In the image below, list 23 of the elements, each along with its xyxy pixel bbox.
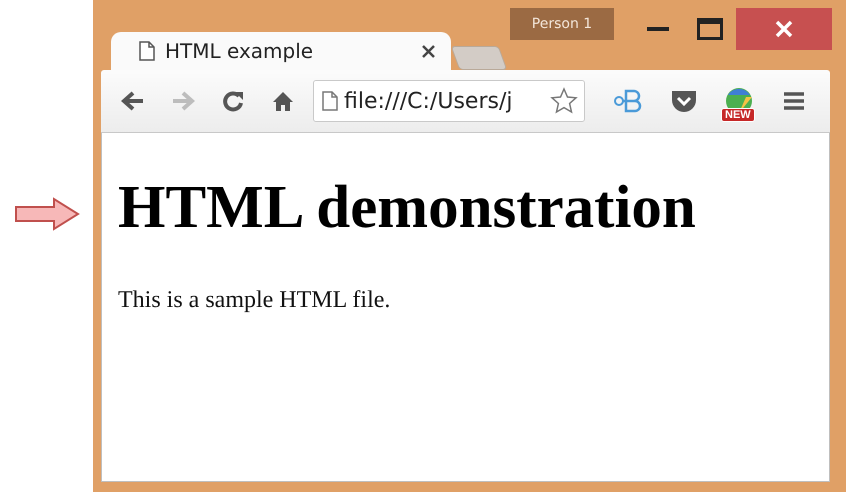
document-icon	[322, 91, 338, 111]
profile-name-label[interactable]: Person 1	[510, 8, 614, 40]
page-paragraph: This is a sample HTML file.	[118, 287, 392, 314]
close-button[interactable]	[736, 8, 832, 50]
reload-icon	[222, 90, 244, 112]
back-arrow-icon	[121, 91, 145, 111]
minimize-icon	[647, 27, 669, 31]
close-icon	[775, 20, 793, 38]
forward-arrow-icon	[171, 91, 195, 111]
address-input[interactable]: file:///C:/Users/j	[344, 88, 544, 114]
browser-tab[interactable]: HTML example	[111, 32, 451, 70]
maximize-icon	[697, 18, 723, 40]
extension-button[interactable]: NEW	[713, 78, 765, 124]
new-badge: NEW	[721, 108, 755, 122]
address-bar[interactable]: file:///C:/Users/j	[313, 80, 585, 122]
home-icon	[272, 90, 294, 112]
menu-icon	[783, 91, 805, 111]
close-icon[interactable]	[422, 44, 435, 58]
page-heading: HTML demonstration	[118, 173, 696, 243]
pocket-icon	[670, 88, 698, 114]
letter-b-icon	[614, 88, 644, 114]
document-icon	[139, 41, 155, 61]
star-icon[interactable]	[550, 87, 578, 115]
